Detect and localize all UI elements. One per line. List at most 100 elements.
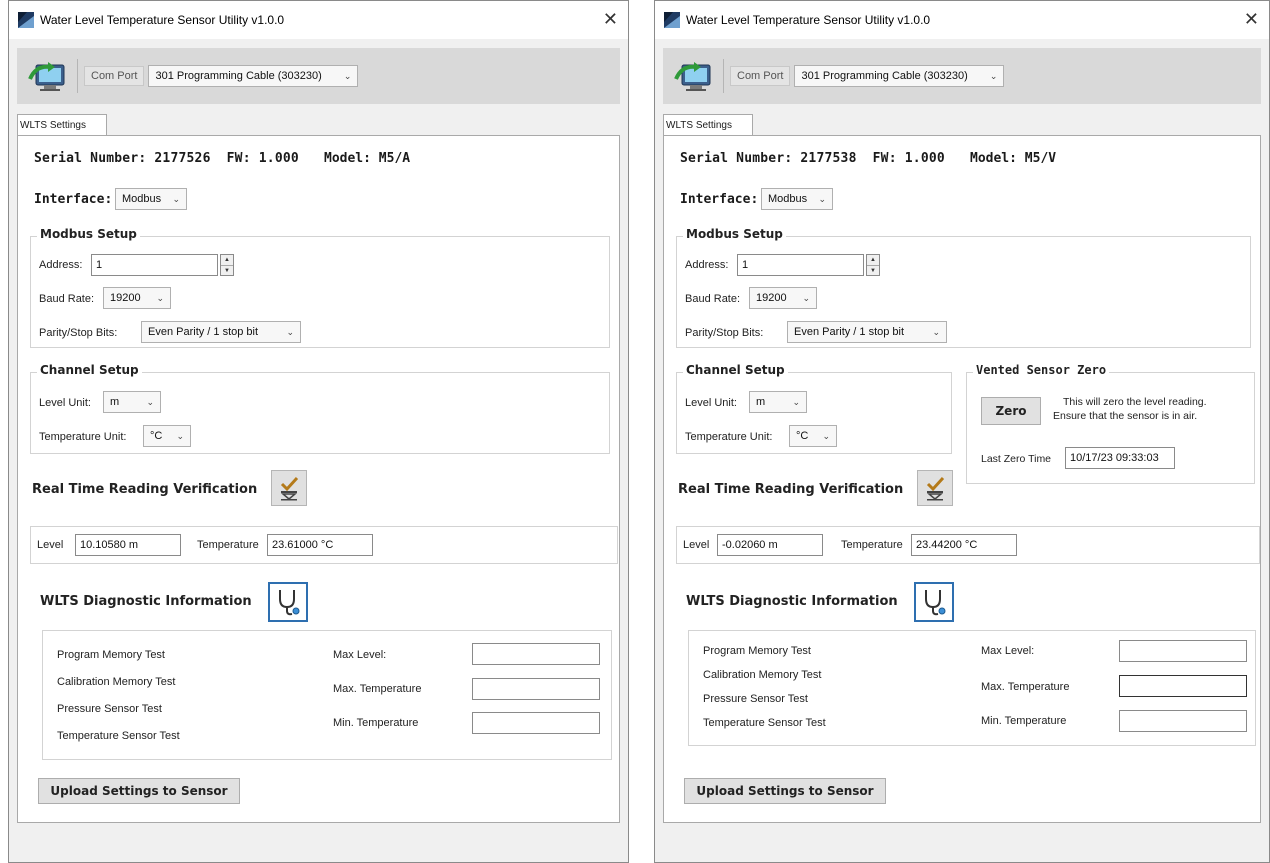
diagnostic-button[interactable] [268,582,308,622]
parity-value: Even Parity / 1 stop bit [148,326,259,338]
chevron-down-icon: ⌄ [343,70,352,81]
channel-setup-group: Channel Setup Level Unit: m ⌄ Temperatur… [676,363,952,454]
real-time-title: Real Time Reading Verification [32,482,258,497]
min-temperature-label: Min. Temperature [333,717,419,729]
level-field: -0.02060 m [717,534,823,556]
real-time-readings-box: Level -0.02060 m Temperature 23.44200 °C [676,526,1260,564]
address-label: Address: [39,259,83,271]
model-info: Model: M5/V [970,151,1056,166]
temperature-unit-select[interactable]: °C ⌄ [143,425,191,447]
upload-settings-button[interactable]: Upload Settings to Sensor [684,778,886,804]
temperature-unit-label: Temperature Unit: [39,431,127,443]
model-label: Model: [970,151,1017,166]
com-port-select[interactable]: 301 Programming Cable (303230) ⌄ [794,65,1005,87]
spinner-arrows-icon[interactable]: ▲ ▼ [220,254,234,276]
title-bar: Water Level Temperature Sensor Utility v… [655,1,1269,39]
chevron-down-icon: ⌄ [802,292,810,303]
level-label: Level [683,539,710,551]
parity-select[interactable]: Even Parity / 1 stop bit ⌄ [787,321,947,343]
com-port-value: 301 Programming Cable (303230) [155,70,322,82]
pressure-sensor-test: Pressure Sensor Test [703,693,808,705]
upload-settings-button[interactable]: Upload Settings to Sensor [38,778,240,804]
device-info-line: Serial Number: 2177538 FW: 1.000 [680,151,945,166]
level-field: 10.10580 m [75,534,181,556]
title-bar: Water Level Temperature Sensor Utility v… [9,1,628,39]
min-temperature-field [472,712,600,734]
calibration-memory-test: Calibration Memory Test [703,669,822,681]
level-unit-select[interactable]: m ⌄ [103,391,161,413]
min-temperature-field [1119,710,1247,732]
chevron-down-icon: ⌄ [822,430,830,441]
interface-select[interactable]: Modbus ⌄ [761,188,833,210]
parity-select[interactable]: Even Parity / 1 stop bit ⌄ [141,321,301,343]
pressure-sensor-test: Pressure Sensor Test [57,703,162,715]
window-title: Water Level Temperature Sensor Utility v… [686,13,931,27]
vented-sensor-zero-title: Vented Sensor Zero [973,363,1110,377]
temperature-sensor-test: Temperature Sensor Test [57,730,180,742]
max-temperature-field [472,678,600,700]
fw-label: FW: [872,151,897,166]
com-port-select[interactable]: 301 Programming Cable (303230) ⌄ [148,65,359,87]
spinner-arrows-icon[interactable]: ▲ ▼ [866,254,880,276]
tab-wlts-settings[interactable]: WLTS Settings [663,114,753,136]
connect-button[interactable] [671,56,717,96]
close-icon[interactable]: ✕ [603,10,618,28]
chevron-down-icon: ⌄ [932,326,940,337]
fw-label: FW: [226,151,251,166]
toolbar-separator [77,59,78,93]
toolbar: Com Port 301 Programming Cable (303230) … [17,48,620,104]
stethoscope-icon [925,590,946,616]
max-level-field [472,643,600,665]
temperature-field: 23.61000 °C [267,534,373,556]
connect-button[interactable] [25,56,71,96]
temperature-unit-value: °C [796,430,809,442]
tab-wlts-settings[interactable]: WLTS Settings [17,114,107,136]
serial-label: Serial Number: [680,151,793,166]
max-level-field [1119,640,1247,662]
chevron-down-icon: ⌄ [792,396,800,407]
address-label: Address: [685,259,729,271]
temperature-sensor-test: Temperature Sensor Test [703,717,826,729]
zero-button[interactable]: Zero [981,397,1041,425]
toolbar-separator [723,59,724,93]
address-field[interactable]: 1 [737,254,864,276]
interface-select[interactable]: Modbus ⌄ [115,188,187,210]
baud-rate-select[interactable]: 19200 ⌄ [103,287,171,309]
temperature-unit-value: °C [150,430,163,442]
chevron-down-icon: ⌄ [286,326,294,337]
app-logo-icon [18,12,34,28]
verify-button[interactable] [271,470,307,506]
level-unit-label: Level Unit: [685,397,737,409]
parity-label: Parity/Stop Bits: [685,327,764,339]
temperature-unit-label: Temperature Unit: [685,431,773,443]
temperature-unit-select[interactable]: °C ⌄ [789,425,837,447]
last-zero-time-label: Last Zero Time [981,453,1052,465]
last-zero-time-field: 10/17/23 09:33:03 [1065,447,1175,469]
baud-rate-select[interactable]: 19200 ⌄ [749,287,817,309]
channel-setup-title: Channel Setup [683,363,788,377]
max-temperature-field [1119,675,1247,697]
modbus-setup-title: Modbus Setup [37,227,140,241]
vented-sensor-zero-group: Vented Sensor Zero Zero This will zero t… [966,363,1255,484]
serial-label: Serial Number: [34,151,147,166]
diagnostic-button[interactable] [914,582,954,622]
chevron-down-icon: ⌄ [146,396,154,407]
com-port-value: 301 Programming Cable (303230) [801,70,968,82]
chevron-down-icon: ⌄ [989,70,998,81]
model-value: M5/A [378,151,411,166]
close-icon[interactable]: ✕ [1244,10,1259,28]
level-unit-value: m [110,396,120,408]
serial-value: 2177526 [154,151,211,166]
address-field[interactable]: 1 [91,254,218,276]
calibration-memory-test: Calibration Memory Test [57,676,176,688]
program-memory-test: Program Memory Test [703,645,811,657]
com-port-label: Com Port [84,66,145,86]
verify-button[interactable] [917,470,953,506]
serial-value: 2177538 [800,151,857,166]
connect-computer-icon [674,62,711,91]
interface-label: Interface: [34,192,113,207]
max-temperature-label: Max. Temperature [333,683,422,695]
level-unit-label: Level Unit: [39,397,91,409]
connect-computer-icon [28,62,65,91]
level-unit-select[interactable]: m ⌄ [749,391,807,413]
